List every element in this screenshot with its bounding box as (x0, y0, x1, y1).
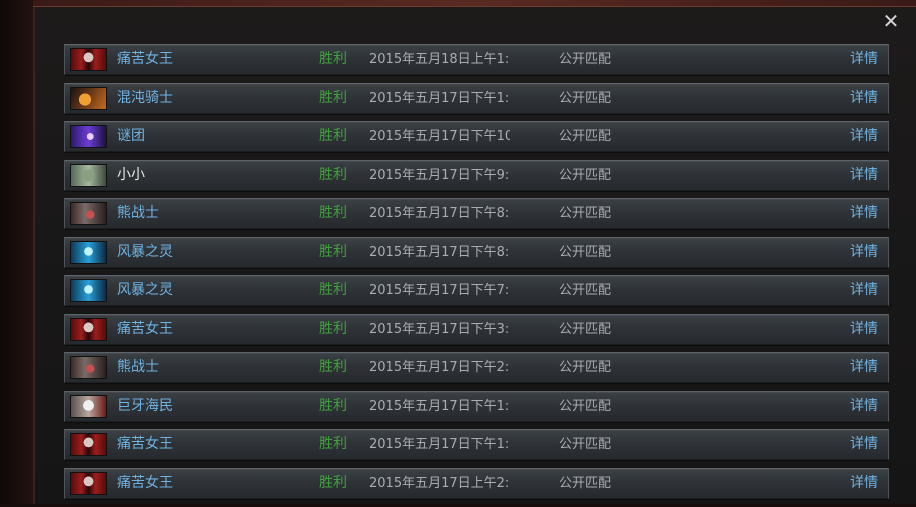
match-row[interactable]: 风暴之灵 胜利 2015年五月17日下午7: 公开匹配 详情 (64, 275, 889, 307)
match-mode: 公开匹配 (559, 206, 612, 222)
match-date: 2015年五月17日下午1: (369, 90, 510, 106)
hero-name[interactable]: 熊战士 (117, 353, 159, 382)
match-result: 胜利 (319, 475, 347, 492)
tiny-portrait-icon (70, 163, 107, 187)
match-mode: 公开匹配 (559, 167, 612, 183)
hero-name[interactable]: 巨牙海民 (117, 392, 173, 421)
match-result: 胜利 (319, 359, 347, 376)
match-date: 2015年五月17日下午7: (369, 283, 510, 299)
match-row[interactable]: 熊战士 胜利 2015年五月17日下午2: 公开匹配 详情 (64, 352, 889, 384)
match-list: 痛苦女王 胜利 2015年五月18日上午1: 公开匹配 详情 混沌骑士 胜利 2… (64, 44, 889, 507)
match-date: 2015年五月17日下午8: (369, 206, 510, 222)
details-link[interactable]: 详情 (850, 238, 878, 267)
details-link[interactable]: 详情 (850, 122, 878, 151)
queen-of-pain-portrait-icon (70, 472, 107, 496)
details-link[interactable]: 详情 (850, 45, 878, 74)
match-mode: 公开匹配 (559, 283, 612, 299)
match-row[interactable]: 风暴之灵 胜利 2015年五月17日下午8: 公开匹配 详情 (64, 236, 889, 268)
match-date: 2015年五月17日下午1: (369, 398, 510, 414)
match-row[interactable]: 谜团 胜利 2015年五月17日下午10 公开匹配 详情 (64, 121, 889, 153)
hero-name[interactable]: 混沌骑士 (117, 84, 173, 113)
details-link[interactable]: 详情 (850, 430, 878, 459)
match-row[interactable]: 小小 胜利 2015年五月17日下午9: 公开匹配 详情 (64, 159, 889, 191)
ursa-portrait-icon (70, 202, 107, 226)
match-result: 胜利 (319, 205, 347, 222)
hero-name[interactable]: 痛苦女王 (117, 315, 173, 344)
hero-name[interactable]: 痛苦女王 (117, 469, 173, 498)
match-mode: 公开匹配 (559, 90, 612, 106)
details-link[interactable]: 详情 (850, 315, 878, 344)
match-mode: 公开匹配 (559, 321, 612, 337)
match-row[interactable]: 痛苦女王 胜利 2015年五月18日上午1: 公开匹配 详情 (64, 44, 889, 75)
details-link[interactable]: 详情 (850, 469, 878, 498)
match-result: 胜利 (319, 89, 347, 106)
hero-name[interactable]: 熊战士 (117, 199, 159, 228)
tusk-portrait-icon (70, 394, 107, 418)
match-date: 2015年五月18日上午1: (369, 52, 510, 67)
match-date: 2015年五月17日下午10 (369, 129, 510, 145)
hero-name[interactable]: 痛苦女王 (117, 45, 173, 74)
match-date: 2015年五月17日下午2: (369, 360, 510, 376)
dialog-top-border (33, 0, 916, 7)
match-row[interactable]: 痛苦女王 胜利 2015年五月17日上午2: 公开匹配 详情 (64, 468, 889, 500)
match-date: 2015年五月17日下午9: (369, 167, 510, 183)
queen-of-pain-portrait-icon (70, 317, 107, 341)
match-date: 2015年五月17日上午2: (369, 476, 510, 492)
match-row[interactable]: 痛苦女王 胜利 2015年五月17日下午3: 公开匹配 详情 (64, 313, 889, 345)
details-link[interactable]: 详情 (850, 199, 878, 228)
match-row[interactable]: 痛苦女王 胜利 2015年五月17日下午1: 公开匹配 详情 (64, 429, 889, 461)
match-mode: 公开匹配 (559, 129, 612, 145)
window-left-border (0, 0, 33, 504)
match-date: 2015年五月17日下午8: (369, 244, 510, 260)
details-link[interactable]: 详情 (850, 84, 878, 113)
storm-spirit-portrait-icon (70, 279, 107, 303)
match-result: 胜利 (319, 128, 347, 145)
match-row[interactable]: 巨牙海民 胜利 2015年五月17日下午1: 公开匹配 详情 (64, 390, 889, 422)
details-link[interactable]: 详情 (850, 353, 878, 382)
storm-spirit-portrait-icon (70, 240, 107, 264)
match-result: 胜利 (319, 243, 347, 260)
match-result: 胜利 (319, 320, 347, 337)
close-icon[interactable]: ✕ (880, 10, 902, 32)
queen-of-pain-portrait-icon (70, 48, 107, 71)
queen-of-pain-portrait-icon (70, 433, 107, 457)
chaos-knight-portrait-icon (70, 86, 107, 110)
match-result: 胜利 (319, 397, 347, 414)
match-mode: 公开匹配 (559, 398, 612, 414)
match-row[interactable]: 熊战士 胜利 2015年五月17日下午8: 公开匹配 详情 (64, 198, 889, 230)
match-mode: 公开匹配 (559, 437, 612, 453)
match-mode: 公开匹配 (559, 360, 612, 376)
match-row[interactable]: 混沌骑士 胜利 2015年五月17日下午1: 公开匹配 详情 (64, 82, 889, 114)
details-link[interactable]: 详情 (850, 161, 878, 190)
match-mode: 公开匹配 (559, 52, 612, 67)
match-date: 2015年五月17日下午1: (369, 437, 510, 453)
match-date: 2015年五月17日下午3: (369, 321, 510, 337)
hero-name[interactable]: 风暴之灵 (117, 276, 173, 305)
hero-name[interactable]: 谜团 (117, 122, 145, 151)
match-result: 胜利 (319, 51, 347, 67)
match-result: 胜利 (319, 282, 347, 299)
details-link[interactable]: 详情 (850, 392, 878, 421)
match-result: 胜利 (319, 166, 347, 183)
match-mode: 公开匹配 (559, 244, 612, 260)
match-mode: 公开匹配 (559, 476, 612, 492)
hero-name[interactable]: 痛苦女王 (117, 430, 173, 459)
hero-name[interactable]: 小小 (117, 161, 145, 190)
details-link[interactable]: 详情 (850, 276, 878, 305)
hero-name[interactable]: 风暴之灵 (117, 238, 173, 267)
enigma-portrait-icon (70, 125, 107, 149)
ursa-portrait-icon (70, 356, 107, 380)
match-result: 胜利 (319, 436, 347, 453)
